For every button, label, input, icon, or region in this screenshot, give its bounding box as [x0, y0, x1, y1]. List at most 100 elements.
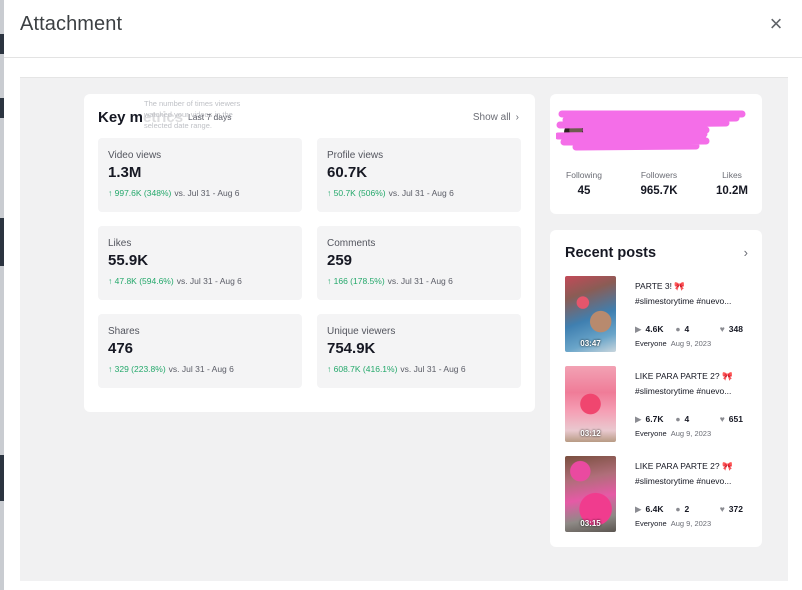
post-comments: 4 — [684, 324, 690, 334]
metric-value: 476 — [108, 340, 134, 357]
metric-video-views[interactable]: Video views 1.3M ↑ 997.6K (348%) vs. Jul … — [98, 138, 302, 212]
post-hashtags: #slimestorytime #nuevo... — [635, 386, 732, 396]
arrow-up-icon: ↑ — [108, 188, 113, 198]
comment-icon: ● — [675, 504, 681, 514]
stat-value: 10.2M — [716, 185, 748, 197]
post-thumbnail: 03:15 — [565, 456, 616, 532]
metric-profile-views[interactable]: Profile views 60.7K ↑ 50.7K (506%) vs. Ju… — [317, 138, 521, 212]
chevron-right-icon: › — [515, 112, 519, 123]
date-range-label: Last 7 days — [188, 112, 232, 122]
metric-change: ↑ 166 (178.5%) vs. Jul 31 - Aug 6 — [327, 276, 521, 286]
post-duration: 03:12 — [580, 429, 601, 438]
heart-icon: ♥ — [719, 414, 725, 424]
post-meta: Everyone Aug 9, 2023 — [635, 339, 711, 348]
post-likes: 651 — [728, 414, 743, 424]
arrow-up-icon: ↑ — [327, 276, 332, 286]
post-date: Aug 9, 2023 — [670, 429, 712, 438]
stat-value: 965.7K — [640, 185, 678, 197]
stat-followers: Followers 965.7K — [636, 170, 682, 197]
metric-likes[interactable]: Likes 55.9K ↑ 47.8K (594.6%) vs. Jul 31 -… — [98, 226, 302, 300]
attachment-image: Key metrics The number of times viewers … — [20, 77, 788, 581]
recent-posts-card: Recent posts › 03:47 PARTE 3! 🎀 #slimest… — [550, 230, 762, 547]
post-likes: 372 — [728, 504, 743, 514]
metric-comments[interactable]: Comments 259 ↑ 166 (178.5%) vs. Jul 31 - … — [317, 226, 521, 300]
metric-label: Likes — [108, 238, 132, 249]
comment-icon: ● — [675, 414, 681, 424]
post-meta: Everyone Aug 9, 2023 — [635, 519, 711, 528]
heart-icon: ♥ — [719, 324, 725, 334]
metric-value: 1.3M — [108, 164, 142, 181]
recent-post[interactable]: 03:47 PARTE 3! 🎀 #slimestorytime #nuevo.… — [565, 276, 755, 352]
chevron-right-icon[interactable]: › — [744, 245, 748, 260]
post-stats: ▶ 6.4K ● 2 ♥ 372 — [635, 504, 743, 515]
metric-change: ↑ 997.6K (348%) vs. Jul 31 - Aug 6 — [108, 188, 302, 198]
metric-delta: 47.8K (594.6%) — [114, 276, 174, 286]
arrow-up-icon: ↑ — [327, 364, 332, 374]
metric-value: 55.9K — [108, 252, 149, 269]
bow-emoji-icon: 🎀 — [721, 461, 733, 471]
stat-label: Followers — [640, 170, 678, 180]
show-all-label: Show all — [472, 112, 511, 123]
redaction-scribble — [556, 110, 746, 151]
key-metrics-card: Key metrics The number of times viewers … — [84, 94, 535, 412]
metric-change: ↑ 608.7K (416.1%) vs. Jul 31 - Aug 6 — [327, 364, 521, 374]
metric-shares[interactable]: Shares 476 ↑ 329 (223.8%) vs. Jul 31 - Au… — [98, 314, 302, 388]
show-all-link[interactable]: Show all › — [473, 112, 519, 123]
post-title: PARTE 3! 🎀 — [635, 281, 685, 292]
post-title-text: LIKE PARA PARTE 2? — [635, 461, 720, 471]
post-duration: 03:15 — [580, 519, 601, 528]
post-date: Aug 9, 2023 — [670, 339, 712, 348]
metric-delta: 50.7K (506%) — [333, 188, 386, 198]
metric-label: Comments — [327, 238, 376, 249]
post-comments: 2 — [684, 504, 690, 514]
metric-compare: vs. Jul 31 - Aug 6 — [400, 364, 466, 374]
metric-value: 754.9K — [327, 340, 376, 357]
metric-change: ↑ 50.7K (506%) vs. Jul 31 - Aug 6 — [327, 188, 521, 198]
post-title-text: PARTE 3! — [635, 281, 673, 291]
arrow-up-icon: ↑ — [108, 364, 113, 374]
post-date: Aug 9, 2023 — [670, 519, 712, 528]
post-likes: 348 — [728, 324, 743, 334]
stat-label: Following — [566, 170, 602, 180]
metric-compare: vs. Jul 31 - Aug 6 — [168, 364, 234, 374]
metric-delta: 166 (178.5%) — [333, 276, 385, 286]
post-hashtags: #slimestorytime #nuevo... — [635, 476, 732, 486]
post-hashtags: #slimestorytime #nuevo... — [635, 296, 732, 306]
profile-card: Following 45 Followers 965.7K Likes 10.2… — [550, 94, 762, 214]
post-meta: Everyone Aug 9, 2023 — [635, 429, 711, 438]
post-title-text: LIKE PARA PARTE 2? — [635, 371, 720, 381]
post-audience: Everyone — [635, 339, 667, 348]
post-thumbnail: 03:12 — [565, 366, 616, 442]
metric-label: Video views — [108, 150, 162, 161]
play-icon: ▶ — [635, 414, 642, 424]
post-title: LIKE PARA PARTE 2? 🎀 — [635, 371, 733, 382]
metric-value: 259 — [327, 252, 353, 269]
arrow-up-icon: ↑ — [108, 276, 113, 286]
post-audience: Everyone — [635, 519, 667, 528]
bow-emoji-icon: 🎀 — [721, 371, 733, 381]
post-duration: 03:47 — [580, 339, 601, 348]
metric-label: Profile views — [327, 150, 384, 161]
tooltip-line: The number of times viewers — [144, 99, 241, 108]
post-comments: 4 — [684, 414, 690, 424]
metric-compare: vs. Jul 31 - Aug 6 — [387, 276, 453, 286]
metric-unique-viewers[interactable]: Unique viewers 754.9K ↑ 608.7K (416.1%) v… — [317, 314, 521, 388]
recent-posts-title: Recent posts — [565, 245, 657, 261]
post-stats: ▶ 6.7K ● 4 ♥ 651 — [635, 414, 743, 425]
metric-delta: 997.6K (348%) — [114, 188, 172, 198]
stat-following: Following 45 — [564, 170, 604, 197]
recent-post[interactable]: 03:15 LIKE PARA PARTE 2? 🎀 #slimestoryti… — [565, 456, 755, 532]
metric-delta: 608.7K (416.1%) — [333, 364, 398, 374]
metric-delta: 329 (223.8%) — [114, 364, 166, 374]
post-title: LIKE PARA PARTE 2? 🎀 — [635, 461, 733, 472]
comment-icon: ● — [675, 324, 681, 334]
metric-change: ↑ 329 (223.8%) vs. Jul 31 - Aug 6 — [108, 364, 302, 374]
metric-change: ↑ 47.8K (594.6%) vs. Jul 31 - Aug 6 — [108, 276, 302, 286]
stat-label: Likes — [722, 170, 742, 180]
modal-divider — [4, 57, 802, 58]
close-icon[interactable]: × — [766, 13, 786, 35]
post-audience: Everyone — [635, 429, 667, 438]
heart-icon: ♥ — [719, 504, 725, 514]
bow-emoji-icon: 🎀 — [674, 281, 685, 291]
recent-post[interactable]: 03:12 LIKE PARA PARTE 2? 🎀 #slimestoryti… — [565, 366, 755, 442]
